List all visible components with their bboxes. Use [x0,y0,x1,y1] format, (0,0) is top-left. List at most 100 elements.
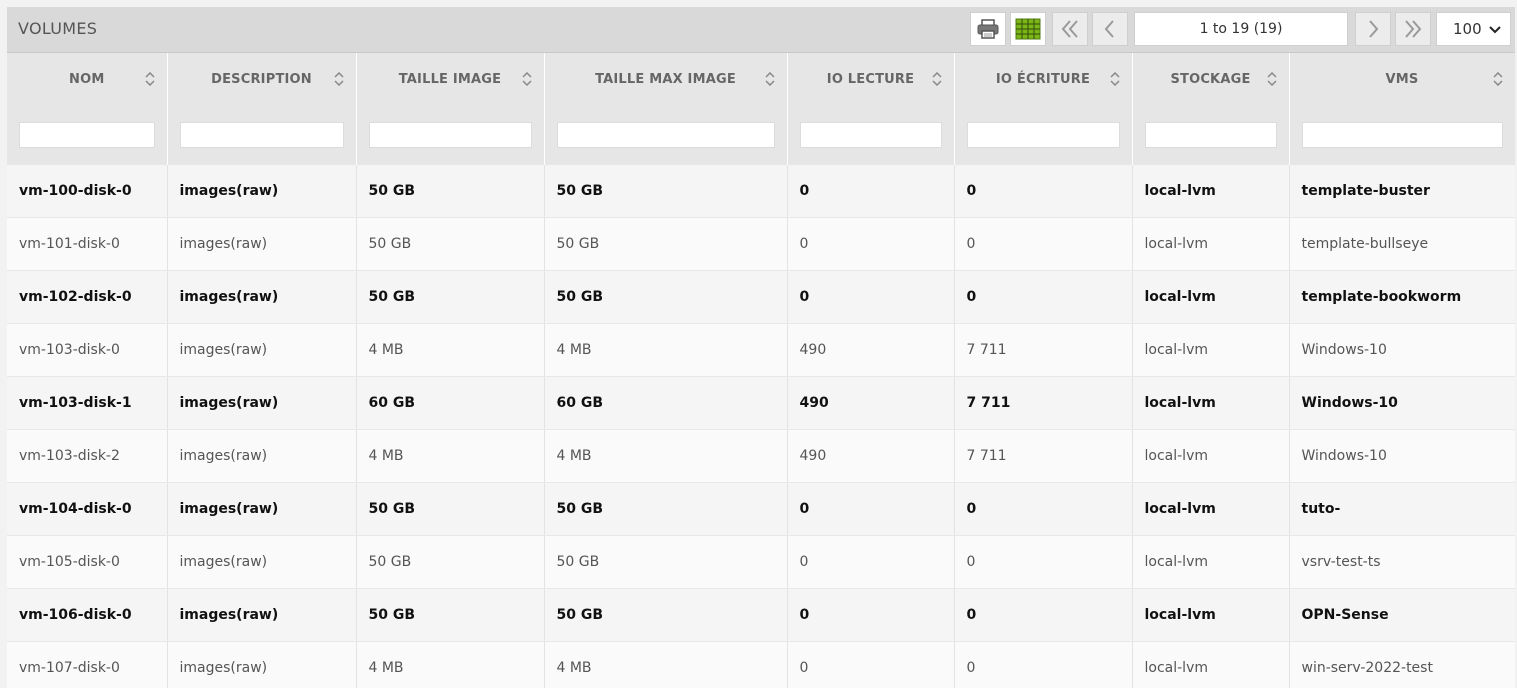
filter-input-io-ecriture[interactable] [966,122,1120,148]
cell-nom: vm-107-disk-0 [7,641,168,688]
cell-description: images(raw) [167,641,357,688]
filter-input-vms[interactable] [1301,122,1503,148]
print-icon [977,19,999,39]
table-row[interactable]: vm-101-disk-0 images(raw) 50 GB 50 GB 0 0 loca… [7,217,1515,271]
cell-io-ecriture: 0 [954,535,1133,589]
table-row[interactable]: vm-100-disk-0 images(raw) 50 GB 50 GB 0 0 loca… [7,165,1515,218]
column-header-description[interactable]: DESCRIPTION [167,53,357,105]
cell-vms: Windows-10 [1289,429,1515,483]
column-header-label: IO LECTURE [826,71,915,87]
columns-grid-icon [1015,18,1041,40]
filter-input-io-lecture[interactable] [799,122,942,148]
column-header-io-lecture[interactable]: IO LECTURE [787,53,955,105]
column-header-taille-image[interactable]: TAILLE IMAGE [356,53,545,105]
cell-stockage: local-lvm [1132,641,1290,688]
chevron-down-icon [1489,26,1501,34]
sort-icon [764,72,775,86]
cell-io-lecture: 0 [787,641,955,688]
cell-taille-max-image: 50 GB [544,270,788,324]
cell-io-lecture: 490 [787,376,955,430]
cell-io-lecture: 0 [787,217,955,271]
cell-io-ecriture: 0 [954,482,1133,536]
filter-input-taille-max-image[interactable] [556,122,775,148]
columns-button[interactable] [1010,12,1046,46]
cell-nom: vm-100-disk-0 [7,165,168,218]
column-header-stockage[interactable]: STOCKAGE [1132,53,1290,105]
cell-nom: vm-101-disk-0 [7,217,168,271]
header-row: NOM DESCRIPTION TAILLE IMAGE TAILLE MAX … [7,53,1515,105]
cell-taille-max-image: 4 MB [544,641,788,688]
cell-vms: template-bullseye [1289,217,1515,271]
column-header-nom[interactable]: NOM [7,53,168,105]
volumes-panel: VOLUMES 1 to 19 (19) 100 NOM DESCRIPTION… [7,7,1515,688]
column-header-io-ecriture[interactable]: IO ÉCRITURE [954,53,1133,105]
cell-io-lecture: 0 [787,482,955,536]
cell-taille-image: 50 GB [356,535,545,589]
cell-io-lecture: 490 [787,323,955,377]
table-row[interactable]: vm-107-disk-0 images(raw) 4 MB 4 MB 0 0 local-… [7,641,1515,688]
column-header-vms[interactable]: VMS [1289,53,1515,105]
filter-input-stockage[interactable] [1144,122,1277,148]
cell-taille-image: 4 MB [356,641,545,688]
cell-stockage: local-lvm [1132,535,1290,589]
cell-taille-image: 50 GB [356,588,545,642]
page-size-select[interactable]: 100 [1436,12,1511,46]
filter-cell [356,105,545,165]
cell-io-ecriture: 0 [954,165,1133,218]
cell-taille-image: 50 GB [356,165,545,218]
table-row[interactable]: vm-105-disk-0 images(raw) 50 GB 50 GB 0 0 loca… [7,535,1515,589]
first-page-button[interactable] [1052,12,1088,46]
filter-input-nom[interactable] [19,122,155,148]
cell-taille-image: 4 MB [356,429,545,483]
column-header-label: STOCKAGE [1170,71,1251,87]
cell-nom: vm-102-disk-0 [7,270,168,324]
double-chevron-left-icon [1061,20,1078,38]
cell-io-lecture: 0 [787,588,955,642]
column-header-label: IO ÉCRITURE [995,71,1091,87]
cell-io-ecriture: 0 [954,217,1133,271]
filter-input-taille-image[interactable] [368,122,532,148]
sort-icon [144,72,155,86]
cell-taille-max-image: 4 MB [544,323,788,377]
table-row[interactable]: vm-102-disk-0 images(raw) 50 GB 50 GB 0 0 loca… [7,270,1515,324]
cell-taille-max-image: 50 GB [544,588,788,642]
page-size-value: 100 [1453,20,1482,38]
previous-page-button[interactable] [1092,12,1128,46]
chevron-right-icon [1369,20,1379,38]
cell-vms: Windows-10 [1289,376,1515,430]
sort-icon [1492,72,1503,86]
cell-nom: vm-105-disk-0 [7,535,168,589]
filter-input-description[interactable] [179,122,344,148]
column-header-label: DESCRIPTION [211,71,312,87]
cell-nom: vm-104-disk-0 [7,482,168,536]
filter-cell [1289,105,1515,165]
cell-stockage: local-lvm [1132,323,1290,377]
table-body: vm-100-disk-0 images(raw) 50 GB 50 GB 0 0 loca… [7,165,1515,688]
cell-vms: template-buster [1289,165,1515,218]
table-row[interactable]: vm-103-disk-0 images(raw) 4 MB 4 MB 490 7 711… [7,323,1515,377]
cell-taille-max-image: 50 GB [544,217,788,271]
column-header-taille-max-image[interactable]: TAILLE MAX IMAGE [544,53,788,105]
print-button[interactable] [970,12,1006,46]
volumes-table: NOM DESCRIPTION TAILLE IMAGE TAILLE MAX … [7,53,1515,688]
next-page-button[interactable] [1355,12,1391,46]
double-chevron-right-icon [1405,20,1422,38]
table-row[interactable]: vm-103-disk-1 images(raw) 60 GB 60 GB 490 7 7… [7,376,1515,430]
last-page-button[interactable] [1395,12,1431,46]
cell-io-lecture: 0 [787,270,955,324]
table-row[interactable]: vm-106-disk-0 images(raw) 50 GB 50 GB 0 0 loca… [7,588,1515,642]
cell-stockage: local-lvm [1132,270,1290,324]
table-row[interactable]: vm-103-disk-2 images(raw) 4 MB 4 MB 490 7 711… [7,429,1515,483]
cell-stockage: local-lvm [1132,165,1290,218]
cell-description: images(raw) [167,535,357,589]
cell-description: images(raw) [167,217,357,271]
filter-cell [1132,105,1290,165]
cell-vms: Windows-10 [1289,323,1515,377]
cell-stockage: local-lvm [1132,217,1290,271]
table-row[interactable]: vm-104-disk-0 images(raw) 50 GB 50 GB 0 0 loca… [7,482,1515,536]
cell-taille-image: 50 GB [356,217,545,271]
filter-cell [787,105,955,165]
cell-io-lecture: 0 [787,535,955,589]
cell-taille-image: 4 MB [356,323,545,377]
filter-cell [7,105,168,165]
